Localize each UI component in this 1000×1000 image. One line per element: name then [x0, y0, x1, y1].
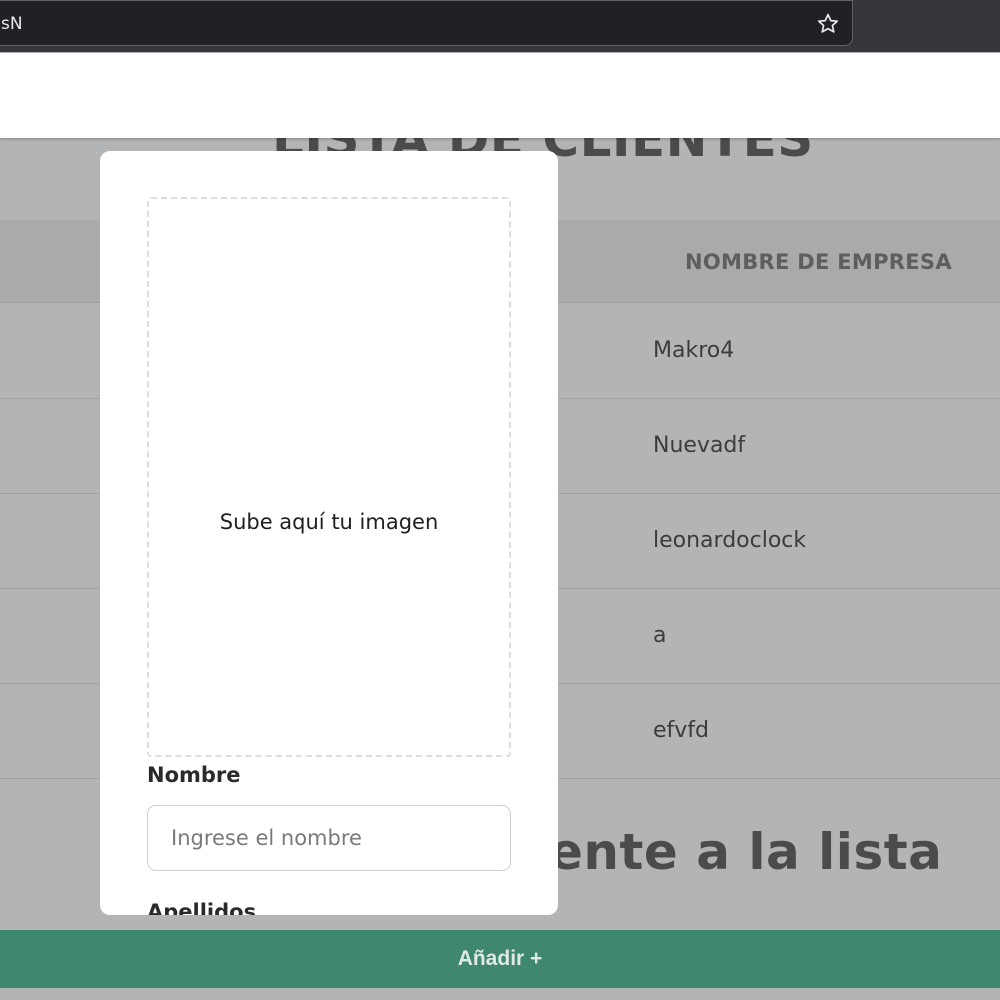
company-cell: a — [653, 623, 667, 648]
address-bar[interactable]: sN — [0, 0, 853, 46]
column-header-company: NOMBRE DE EMPRESA — [685, 250, 952, 274]
add-client-button[interactable]: Añadir + — [0, 930, 1000, 988]
name-input[interactable] — [147, 805, 511, 871]
bookmark-star-icon[interactable] — [816, 12, 840, 36]
browser-toolbar: sN — [0, 0, 1000, 52]
name-label: Nombre — [147, 763, 241, 787]
add-client-modal: Sube aquí tu imagen Nombre Apellidos — [100, 151, 558, 915]
company-cell: efvfd — [653, 718, 710, 743]
upload-instruction: Sube aquí tu imagen — [219, 510, 439, 534]
company-cell: Makro4 — [653, 338, 735, 363]
company-cell: Nuevadf — [653, 433, 746, 458]
company-cell: leonardoclock — [653, 528, 807, 553]
surname-label: Apellidos — [147, 900, 257, 915]
page-navbar — [0, 53, 1000, 138]
section-subtitle: ente a la lista — [549, 823, 943, 881]
image-upload-dropzone[interactable]: Sube aquí tu imagen — [147, 197, 511, 757]
url-text: sN — [1, 14, 23, 34]
